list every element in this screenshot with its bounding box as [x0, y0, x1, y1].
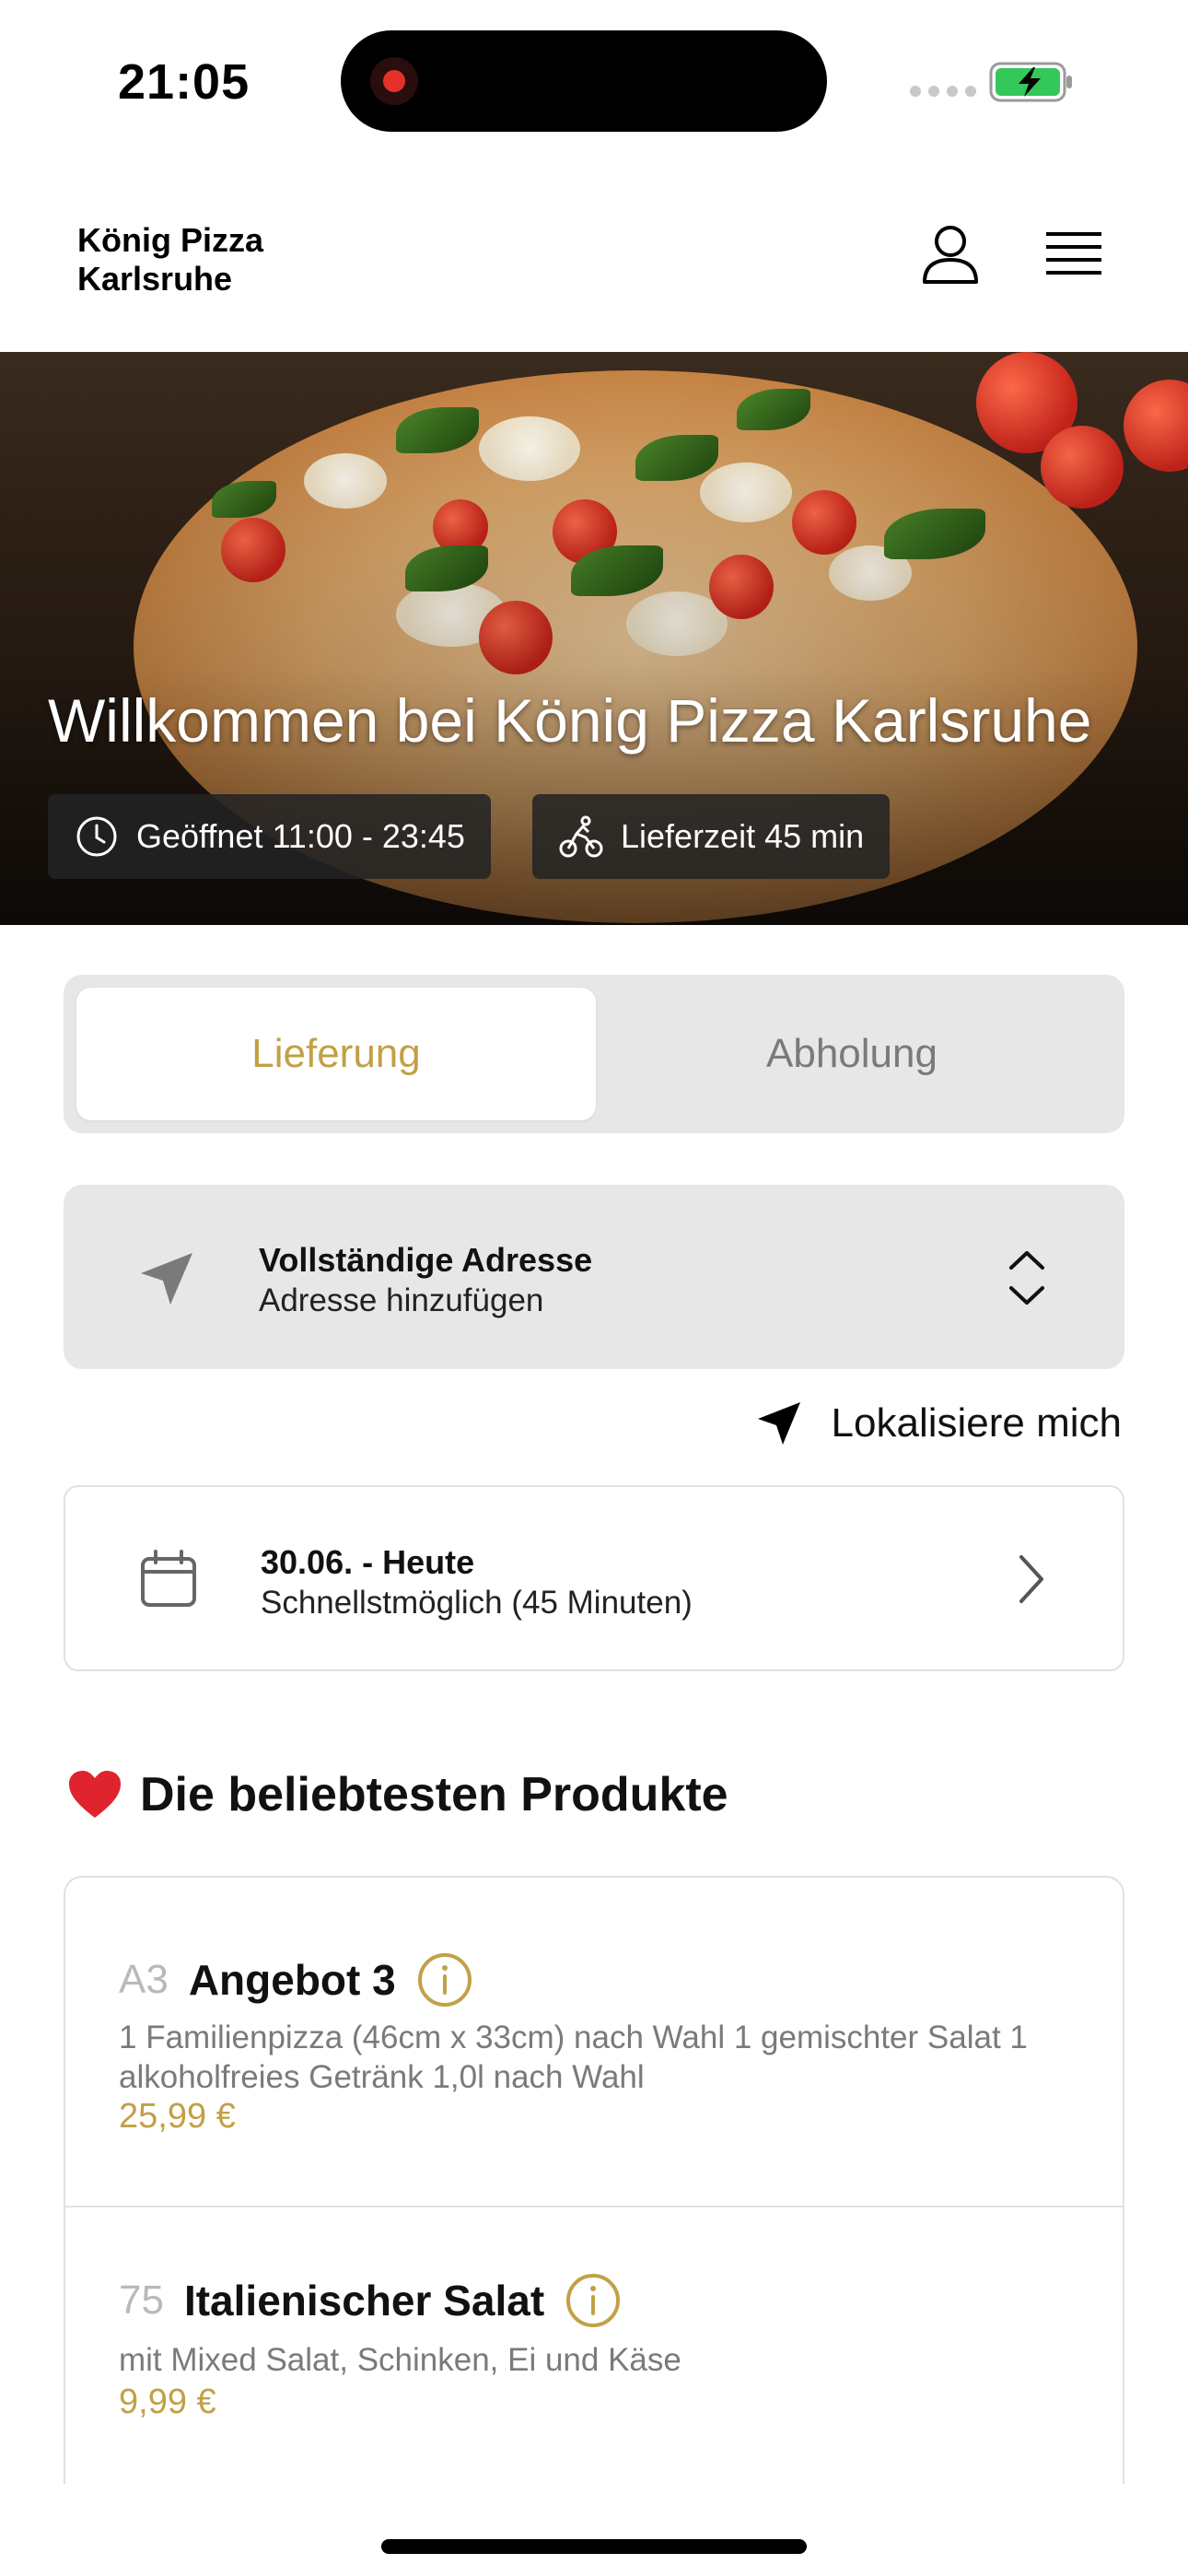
schedule-time: Schnellstmöglich (45 Minuten): [261, 1585, 693, 1621]
schedule-date: 30.06. - Heute: [261, 1543, 475, 1581]
product-code: 75: [119, 2277, 164, 2323]
popular-title-text: Die beliebtesten Produkte: [140, 1768, 728, 1821]
home-indicator[interactable]: [381, 2539, 807, 2554]
order-mode-toggle: Lieferung Abholung: [64, 975, 1124, 1133]
location-arrow-icon: [141, 1253, 192, 1305]
user-account-icon[interactable]: [917, 221, 984, 287]
chevron-right-icon: [1019, 1555, 1043, 1603]
product-name: Italienischer Salat: [183, 2277, 545, 2324]
opening-hours-text: Geöffnet 11:00 - 23:45: [136, 817, 465, 855]
delivery-time-text: Lieferzeit 45 min: [621, 817, 865, 855]
recording-indicator-icon: [370, 57, 418, 105]
hero-title: Willkommen bei König Pizza Karlsruhe: [48, 686, 1092, 755]
clock-icon: [76, 816, 117, 857]
bike-courier-icon: [559, 815, 603, 858]
restaurant-name[interactable]: König Pizza Karlsruhe: [77, 221, 263, 299]
product-item[interactable]: 75 Italienischer Salat mit Mixed Salat, …: [65, 2206, 1123, 2482]
delivery-tab[interactable]: Lieferung: [76, 988, 596, 1120]
battery-charging-icon: [989, 62, 1072, 102]
status-bar: 21:05: [0, 0, 1188, 157]
hamburger-menu-icon[interactable]: [1041, 221, 1107, 287]
address-title: Vollständige Adresse: [259, 1241, 593, 1279]
product-price: 25,99 €: [119, 2097, 236, 2136]
product-price: 9,99 €: [119, 2383, 216, 2421]
app-header: König Pizza Karlsruhe: [0, 157, 1188, 352]
locate-me-button[interactable]: Lokalisiere mich: [754, 1399, 1122, 1448]
product-description: 1 Familienpizza (46cm x 33cm) nach Wahl …: [119, 2020, 1028, 2095]
product-code: A3: [119, 1957, 169, 2002]
delivery-time-selector[interactable]: 30.06. - Heute Schnellstmöglich (45 Minu…: [64, 1485, 1124, 1671]
cellular-signal-icon: [910, 86, 976, 97]
address-subtitle: Adresse hinzufügen: [259, 1282, 544, 1318]
dynamic-island: [341, 30, 827, 132]
product-item[interactable]: A3 Angebot 3 1 Familienpizza (46cm x 33c…: [65, 1878, 1123, 2206]
product-name: Angebot 3: [188, 1956, 396, 2004]
address-selector[interactable]: Vollständige Adresse Adresse hinzufügen: [64, 1185, 1124, 1369]
locate-me-label: Lokalisiere mich: [831, 1400, 1122, 1446]
heart-icon: [69, 1771, 121, 1818]
opening-hours-badge: Geöffnet 11:00 - 23:45: [48, 794, 491, 879]
popular-products-list: A3 Angebot 3 1 Familienpizza (46cm x 33c…: [64, 1876, 1124, 2484]
info-icon[interactable]: [416, 1951, 473, 2008]
info-icon[interactable]: [565, 2272, 622, 2329]
pickup-tab[interactable]: Abholung: [592, 988, 1112, 1120]
popular-section-title: Die beliebtesten Produkte: [66, 1767, 728, 1822]
delivery-time-badge: Lieferzeit 45 min: [532, 794, 891, 879]
calendar-icon: [141, 1550, 196, 1607]
hero-banner: Willkommen bei König Pizza Karlsruhe Geö…: [0, 352, 1188, 925]
location-arrow-icon: [757, 1402, 800, 1445]
status-time: 21:05: [118, 54, 250, 110]
chevron-up-down-icon: [1009, 1251, 1044, 1305]
product-description: mit Mixed Salat, Schinken, Ei und Käse: [119, 2342, 681, 2378]
